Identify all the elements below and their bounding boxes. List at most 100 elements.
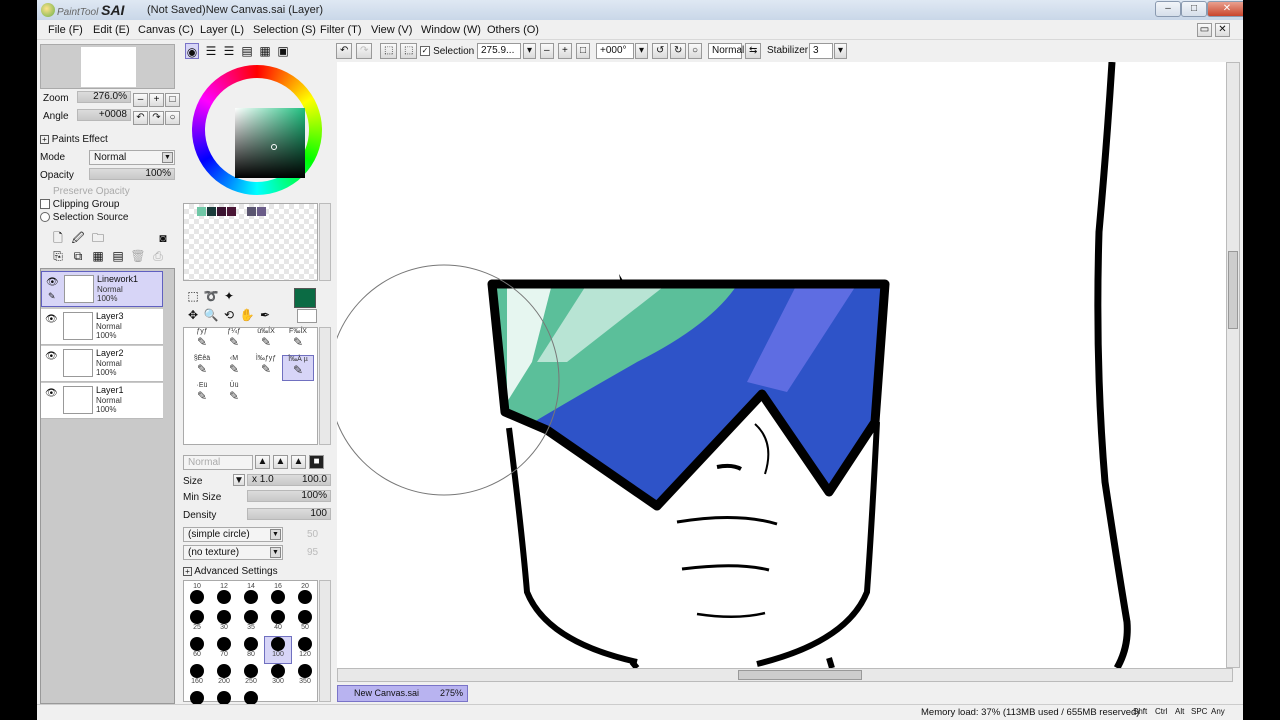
swatch[interactable] [247,207,256,216]
clipping-group-checkbox[interactable]: Clipping Group [40,199,120,210]
invert-selection-icon[interactable]: ⬚ [400,43,418,59]
brush-size-preset[interactable]: 25 [184,610,210,636]
minimize-button[interactable]: – [1155,1,1181,17]
size-scrollbar[interactable] [319,580,331,702]
pen-icon[interactable]: ✎ [48,291,56,302]
magic-wand-icon[interactable]: ✦ [221,288,237,304]
brush-texture-select[interactable]: (no texture) ▼ [183,545,283,560]
advanced-settings-toggle[interactable]: + Advanced Settings [183,566,278,577]
brush-size-preset[interactable]: 160 [184,664,210,690]
color-wheel[interactable] [192,65,322,195]
angle-field[interactable]: +000° [596,43,634,59]
rgb-slider-tab-icon[interactable]: ☰ [203,43,219,59]
color-picker-cursor-icon[interactable] [271,144,277,150]
eye-icon[interactable]: 👁 [45,314,58,325]
redo-icon[interactable]: ↷ [356,43,373,59]
color-mixer-tab-icon[interactable]: ▤ [239,43,255,59]
clear-layer-icon[interactable]: ▤ [110,248,126,264]
swatch[interactable] [217,207,226,216]
menu-filter[interactable]: Filter (T) [320,24,362,36]
zoom-slider[interactable]: 276.0% [77,91,131,103]
deselect-icon[interactable]: ⬚ [380,43,398,59]
hand-icon[interactable]: ✋ [239,307,255,323]
navigator-thumbnail[interactable] [40,44,175,89]
swatch[interactable] [197,207,206,216]
eye-icon[interactable]: 👁 [45,351,58,362]
brush-size-preset[interactable]: 10 [184,583,210,609]
size-slider[interactable]: x 1.0 100.0 [247,474,331,486]
brush-size-preset[interactable]: 40 [265,610,291,636]
menu-others[interactable]: Others (O) [487,24,539,36]
density-slider[interactable]: 100 [247,508,331,520]
stabilizer-dropdown-icon[interactable]: ▾ [834,43,848,59]
angle-slider[interactable]: +0008 [77,109,131,121]
menu-window[interactable]: Window (W) [421,24,481,36]
close-button[interactable]: ✕ [1207,1,1243,17]
brush-slot[interactable]: ü‰ÍX ✎ [250,328,282,354]
edge-hard-icon[interactable]: ▲ [255,455,270,469]
drawing-canvas[interactable] [337,62,1233,668]
brush-size-preset[interactable]: 50 [292,610,318,636]
brush-slot[interactable]: ‹M ✎ [218,355,250,381]
swatches-tab-icon[interactable]: ▦ [257,43,273,59]
brush-size-preset[interactable]: 12 [211,583,237,609]
merge-down-icon[interactable]: ⎘ [50,248,66,264]
brush-size-preset[interactable]: 120 [292,637,318,663]
zoom-reset-button[interactable]: □ [165,93,180,107]
new-folder-icon[interactable]: 🗀 [90,230,106,246]
swatch-palette[interactable] [183,203,318,281]
brush-blend-mode-select[interactable]: Normal [183,455,253,470]
zoom-out-icon[interactable]: – [540,43,554,59]
hsv-slider-tab-icon[interactable]: ☰ [221,43,237,59]
menu-file[interactable]: File (F) [48,24,83,36]
zoom-field[interactable]: 275.9... [477,43,521,59]
menu-view[interactable]: View (V) [371,24,412,36]
layer-item[interactable]: 👁 Layer3 Normal 100% [41,309,163,345]
swatch[interactable] [257,207,266,216]
zoom-fit-icon[interactable]: □ [576,43,591,59]
move-icon[interactable]: ✥ [185,307,201,323]
edge-medium-icon[interactable]: ▲ [273,455,288,469]
brush-slot[interactable]: Ì‰ƒyƒ ✎ [250,355,282,381]
zoom-dropdown-icon[interactable]: ▾ [523,43,537,59]
maximize-button[interactable]: □ [1181,1,1207,17]
selection-source-radio[interactable]: Selection Source [40,212,128,223]
edge-soft-icon[interactable]: ▲ [291,455,306,469]
rotate-reset-button[interactable]: ○ [165,111,180,125]
brush-size-preset[interactable]: 60 [184,637,210,663]
saturation-value-square[interactable] [235,108,305,178]
delete-layer-icon[interactable]: 🗑 [130,248,146,264]
scratchpad-tab-icon[interactable]: ▣ [275,43,291,59]
flip-horizontal-icon[interactable]: ⇆ [745,43,762,59]
eye-icon[interactable]: 👁 [46,277,59,288]
color-wheel-tab-icon[interactable]: ◉ [185,43,199,59]
swatch-scrollbar[interactable] [319,203,331,281]
layer-opacity-slider[interactable]: 100% [89,168,175,180]
preserve-opacity-checkbox[interactable]: Preserve Opacity [53,186,130,197]
undo-icon[interactable]: ↶ [336,43,353,59]
brush-size-preset[interactable]: 30 [211,610,237,636]
new-layer-icon[interactable]: 🗋 [50,230,66,246]
lasso-icon[interactable]: ➰ [203,288,219,304]
eyedropper-icon[interactable]: ✒ [257,307,273,323]
brush-slot[interactable]: ƒyƒ ✎ [186,328,218,354]
canvas-horizontal-scrollbar[interactable] [337,668,1233,682]
rotate-reset-icon[interactable]: ○ [688,43,703,59]
brush-slot[interactable]: ·Eü ✎ [186,382,218,408]
brush-size-preset[interactable]: 250 [238,664,264,690]
rotate-cw-icon[interactable]: ↻ [670,43,687,59]
navigator-viewport[interactable] [81,47,136,87]
background-color[interactable] [297,309,317,323]
brush-size-preset[interactable]: 80 [238,637,264,663]
brush-size-preset[interactable]: 200 [211,664,237,690]
brush-size-preset[interactable]: 100 [264,636,292,664]
new-linework-layer-icon[interactable]: 🖉 [70,230,86,246]
restore-doc-button[interactable]: ▭ [1197,23,1212,37]
blend-mode-field[interactable]: Normal [708,43,744,59]
brush-shape-select[interactable]: (simple circle) ▼ [183,527,283,542]
brush-size-preset[interactable]: 20 [292,583,318,609]
layer-item[interactable]: 👁 Layer1 Normal 100% [41,383,163,419]
foreground-color[interactable] [294,288,316,308]
zoom-in-button[interactable]: + [149,93,164,107]
brush-size-preset[interactable]: 14 [238,583,264,609]
